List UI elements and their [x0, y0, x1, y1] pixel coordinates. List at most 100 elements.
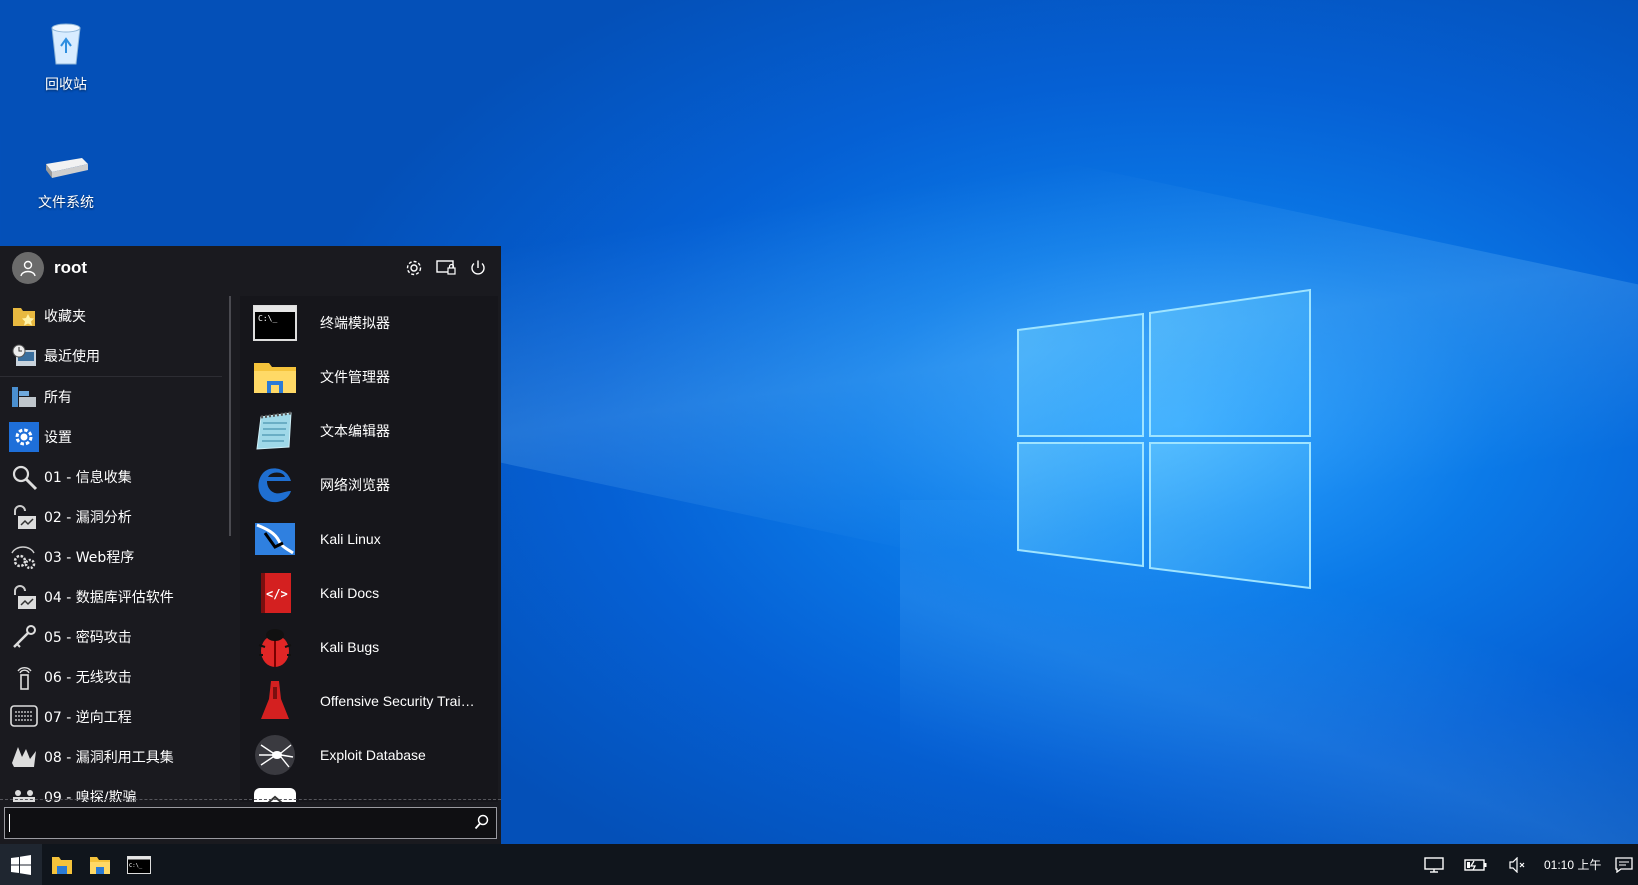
app-exploit-db[interactable]: Exploit Database — [240, 728, 498, 782]
desktop-icon-filesystem[interactable]: 文件系统 — [16, 150, 116, 212]
settings-icon — [406, 260, 422, 276]
category-all[interactable]: 所有 — [0, 377, 232, 417]
clock[interactable]: 01:10 上午 — [1544, 856, 1601, 873]
binary-icon — [8, 701, 40, 733]
taskbar-terminal[interactable]: C:\_ — [119, 844, 159, 885]
category-settings[interactable]: 设置 — [0, 417, 232, 457]
power-button[interactable] — [467, 257, 489, 279]
svg-text:C:\_: C:\_ — [258, 314, 277, 323]
app-offsec[interactable]: Offensive Security Trai… — [240, 674, 498, 728]
app-text-editor[interactable]: 文本编辑器 — [240, 404, 498, 458]
browser-e-icon — [252, 462, 298, 508]
start-menu: root 收藏夹 最近使用 所有 设置 01 - 信息收集 02 - 漏洞分析 … — [0, 246, 501, 844]
settings-button[interactable] — [403, 257, 425, 279]
key-icon — [8, 621, 40, 653]
offsec-icon — [252, 678, 298, 724]
terminal-icon: C:\_ — [252, 300, 298, 346]
app-terminal[interactable]: C:\_ 终端模拟器 — [240, 296, 498, 350]
app-label: Kali Bugs — [320, 639, 380, 655]
app-list[interactable]: C:\_ 终端模拟器 文件管理器 文本编辑器 网络浏览器 Kali Linux … — [240, 296, 498, 802]
app-label: Exploit Database — [320, 747, 426, 763]
file-explorer-icon — [52, 856, 72, 874]
category-list[interactable]: 收藏夹 最近使用 所有 设置 01 - 信息收集 02 - 漏洞分析 03 - … — [0, 296, 232, 802]
taskbar-file-explorer[interactable] — [42, 844, 82, 885]
category-label: 最近使用 — [44, 349, 100, 365]
folder-icon — [90, 856, 110, 874]
app-label: Kali Linux — [320, 531, 381, 547]
drive-icon — [16, 150, 116, 188]
web-gears-icon — [8, 541, 40, 573]
exploit-icon — [8, 741, 40, 773]
app-kali-docs[interactable]: </> Kali Docs — [240, 566, 498, 620]
terminal-icon: C:\_ — [127, 855, 151, 874]
text-caret — [9, 814, 10, 832]
category-label: 所有 — [44, 390, 72, 406]
app-label: Kali Docs — [320, 585, 380, 601]
category-label: 07 - 逆向工程 — [44, 710, 132, 726]
system-tray: 01:10 上午 — [1424, 844, 1634, 885]
padlock-icon — [8, 501, 40, 533]
network-icon[interactable] — [1424, 856, 1446, 874]
category-label: 08 - 漏洞利用工具集 — [44, 750, 174, 766]
exploit-db-icon — [252, 732, 298, 778]
lock-screen-button[interactable] — [435, 257, 457, 279]
category-02[interactable]: 02 - 漏洞分析 — [0, 497, 232, 537]
windows-logo-wallpaper — [1017, 288, 1311, 590]
search-icon[interactable] — [474, 814, 490, 834]
recent-clock-icon — [8, 340, 40, 372]
category-04[interactable]: 04 - 数据库评估软件 — [0, 577, 232, 617]
kali-linux-icon — [252, 516, 298, 562]
power-icon — [471, 260, 485, 275]
app-label: 终端模拟器 — [320, 315, 390, 331]
category-05[interactable]: 05 - 密码攻击 — [0, 617, 232, 657]
app-label: 网络浏览器 — [320, 477, 390, 493]
svg-text:C:\_: C:\_ — [129, 863, 143, 869]
app-kali-linux[interactable]: Kali Linux — [240, 512, 498, 566]
category-label: 设置 — [44, 430, 72, 446]
file-manager-icon — [252, 354, 298, 400]
category-label: 01 - 信息收集 — [44, 470, 132, 486]
category-scrollbar[interactable] — [229, 296, 231, 536]
app-label: 文本编辑器 — [320, 423, 390, 439]
kali-bugs-icon — [252, 624, 298, 670]
app-browser[interactable]: 网络浏览器 — [240, 458, 498, 512]
category-03[interactable]: 03 - Web程序 — [0, 537, 232, 577]
category-label: 收藏夹 — [44, 309, 86, 325]
taskbar-folder[interactable] — [80, 844, 120, 885]
database-lock-icon — [8, 581, 40, 613]
category-06[interactable]: 06 - 无线攻击 — [0, 657, 232, 697]
text-editor-icon — [252, 408, 298, 454]
favorites-folder-icon — [8, 300, 40, 332]
avatar[interactable] — [12, 252, 44, 284]
notification-icon[interactable] — [1615, 856, 1634, 873]
category-07[interactable]: 07 - 逆向工程 — [0, 697, 232, 737]
start-menu-header: root — [0, 246, 501, 290]
desktop-icon-label: 文件系统 — [38, 195, 94, 211]
menu-divider — [0, 799, 501, 800]
category-recent[interactable]: 最近使用 — [0, 336, 232, 376]
desktop-icon-label: 回收站 — [45, 77, 87, 93]
category-label: 05 - 密码攻击 — [44, 630, 132, 646]
category-favorites[interactable]: 收藏夹 — [0, 296, 232, 336]
windows-start-icon — [11, 854, 31, 875]
app-kali-bugs[interactable]: Kali Bugs — [240, 620, 498, 674]
magnifier-icon — [8, 461, 40, 493]
search-box[interactable] — [4, 807, 497, 839]
start-button[interactable] — [0, 844, 42, 885]
category-label: 02 - 漏洞分析 — [44, 510, 132, 526]
recycle-bin-icon — [16, 20, 116, 70]
category-label: 04 - 数据库评估软件 — [44, 590, 174, 606]
category-label: 06 - 无线攻击 — [44, 670, 132, 686]
settings-gear-icon — [8, 421, 40, 453]
desktop-icon-recycle-bin[interactable]: 回收站 — [16, 20, 116, 94]
svg-text:</>: </> — [266, 587, 288, 601]
username: root — [54, 258, 88, 277]
app-file-manager[interactable]: 文件管理器 — [240, 350, 498, 404]
volume-muted-icon[interactable] — [1508, 856, 1528, 873]
battery-icon[interactable] — [1464, 857, 1488, 873]
lock-screen-icon — [436, 260, 456, 275]
category-08[interactable]: 08 - 漏洞利用工具集 — [0, 737, 232, 777]
category-01[interactable]: 01 - 信息收集 — [0, 457, 232, 497]
user-icon — [20, 260, 36, 277]
search-input[interactable] — [11, 812, 455, 836]
